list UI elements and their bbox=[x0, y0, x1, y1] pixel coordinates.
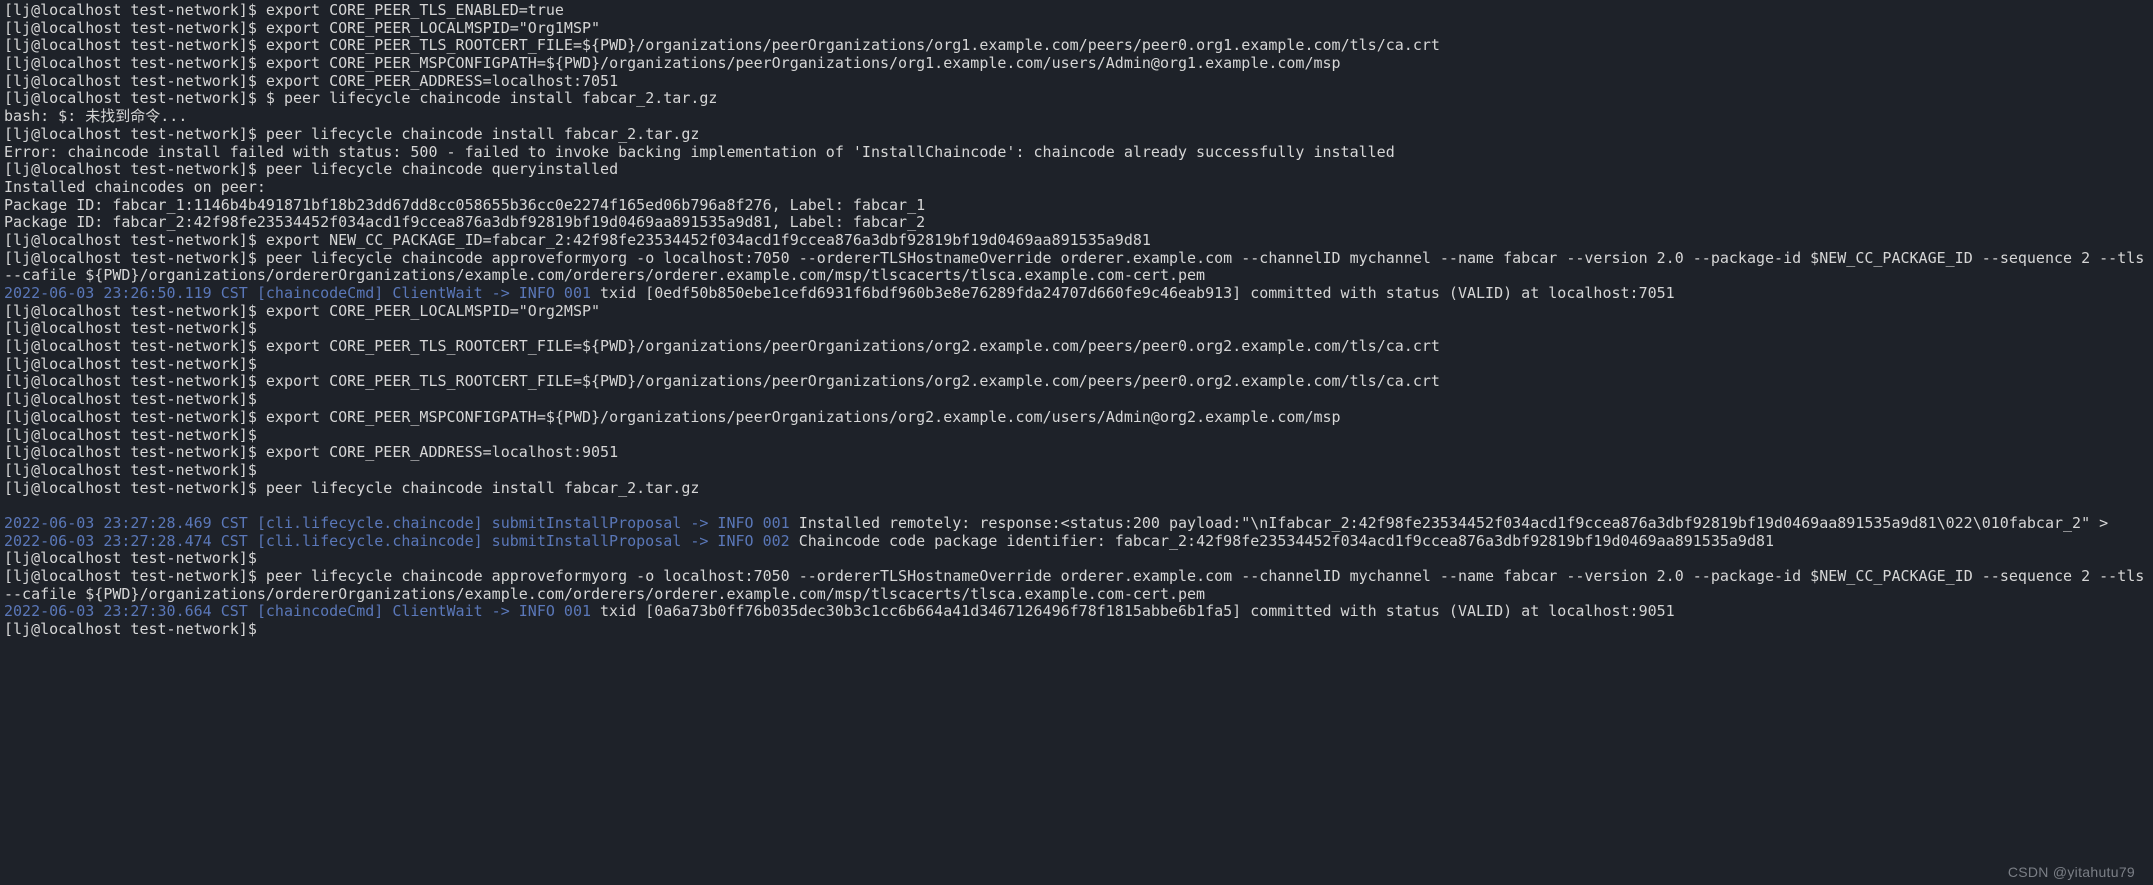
log-timestamp: 2022-06-03 23:27:30.664 CST [chaincodeCm… bbox=[4, 602, 591, 620]
terminal-text: export CORE_PEER_LOCALMSPID="Org1MSP" bbox=[266, 19, 600, 37]
shell-prompt: [lj@localhost test-network]$ bbox=[4, 408, 266, 426]
shell-prompt: [lj@localhost test-network]$ bbox=[4, 461, 266, 479]
terminal-text: export NEW_CC_PACKAGE_ID=fabcar_2:42f98f… bbox=[266, 231, 1151, 249]
watermark: CSDN @yitahutu79 bbox=[2008, 864, 2135, 881]
shell-prompt: [lj@localhost test-network]$ bbox=[4, 319, 266, 337]
terminal-line: 2022-06-03 23:27:30.664 CST [chaincodeCm… bbox=[4, 603, 2149, 621]
terminal-text: export CORE_PEER_TLS_ROOTCERT_FILE=${PWD… bbox=[266, 337, 1440, 355]
terminal-line: [lj@localhost test-network]$ export CORE… bbox=[4, 303, 2149, 321]
shell-prompt: [lj@localhost test-network]$ bbox=[4, 426, 266, 444]
terminal-text: export CORE_PEER_TLS_ROOTCERT_FILE=${PWD… bbox=[266, 36, 1440, 54]
terminal-line: [lj@localhost test-network]$ export CORE… bbox=[4, 338, 2149, 356]
terminal-text: peer lifecycle chaincode install fabcar_… bbox=[266, 125, 699, 143]
shell-prompt: [lj@localhost test-network]$ bbox=[4, 89, 266, 107]
terminal-text: Installed chaincodes on peer: bbox=[4, 178, 266, 196]
shell-prompt: [lj@localhost test-network]$ bbox=[4, 620, 266, 638]
shell-prompt: [lj@localhost test-network]$ bbox=[4, 372, 266, 390]
terminal-text: export CORE_PEER_LOCALMSPID="Org2MSP" bbox=[266, 302, 600, 320]
terminal-line: Installed chaincodes on peer: bbox=[4, 179, 2149, 197]
terminal-text: $ peer lifecycle chaincode install fabca… bbox=[266, 89, 718, 107]
terminal-line: [lj@localhost test-network]$ bbox=[4, 462, 2149, 480]
terminal-text: export CORE_PEER_ADDRESS=localhost:9051 bbox=[266, 443, 618, 461]
terminal-line: [lj@localhost test-network]$ bbox=[4, 427, 2149, 445]
terminal-line: [lj@localhost test-network]$ bbox=[4, 320, 2149, 338]
terminal-line: Package ID: fabcar_2:42f98fe23534452f034… bbox=[4, 214, 2149, 232]
terminal-text: peer lifecycle chaincode queryinstalled bbox=[266, 160, 618, 178]
shell-prompt: [lj@localhost test-network]$ bbox=[4, 1, 266, 19]
terminal-text: bash: $: 未找到命令... bbox=[4, 107, 187, 125]
terminal-line bbox=[4, 497, 2149, 515]
terminal-line: [lj@localhost test-network]$ $ peer life… bbox=[4, 90, 2149, 108]
terminal-line: [lj@localhost test-network]$ bbox=[4, 356, 2149, 374]
terminal-line: Error: chaincode install failed with sta… bbox=[4, 144, 2149, 162]
terminal-text: Package ID: fabcar_2:42f98fe23534452f034… bbox=[4, 213, 925, 231]
terminal-text bbox=[4, 496, 13, 514]
shell-prompt: [lj@localhost test-network]$ bbox=[4, 443, 266, 461]
terminal-text: export CORE_PEER_ADDRESS=localhost:7051 bbox=[266, 72, 618, 90]
shell-prompt: [lj@localhost test-network]$ bbox=[4, 337, 266, 355]
terminal-area[interactable]: [lj@localhost test-network]$ export CORE… bbox=[0, 0, 2153, 885]
terminal-line: [lj@localhost test-network]$ export CORE… bbox=[4, 73, 2149, 91]
terminal-line: [lj@localhost test-network]$ peer lifecy… bbox=[4, 126, 2149, 144]
terminal-line: [lj@localhost test-network]$ export CORE… bbox=[4, 444, 2149, 462]
shell-prompt: [lj@localhost test-network]$ bbox=[4, 125, 266, 143]
terminal-line: [lj@localhost test-network]$ peer lifecy… bbox=[4, 480, 2149, 498]
terminal-line: [lj@localhost test-network]$ export CORE… bbox=[4, 409, 2149, 427]
terminal-text: Error: chaincode install failed with sta… bbox=[4, 143, 1395, 161]
shell-prompt: [lj@localhost test-network]$ bbox=[4, 160, 266, 178]
terminal-line: [lj@localhost test-network]$ bbox=[4, 550, 2149, 568]
shell-prompt: [lj@localhost test-network]$ bbox=[4, 549, 266, 567]
terminal-line: 2022-06-03 23:27:28.469 CST [cli.lifecyc… bbox=[4, 515, 2149, 533]
terminal-text: peer lifecycle chaincode approveformyorg… bbox=[4, 567, 2153, 603]
shell-prompt: [lj@localhost test-network]$ bbox=[4, 72, 266, 90]
terminal-text: Chaincode code package identifier: fabca… bbox=[790, 532, 1774, 550]
log-timestamp: 2022-06-03 23:27:28.469 CST [cli.lifecyc… bbox=[4, 514, 790, 532]
shell-prompt: [lj@localhost test-network]$ bbox=[4, 479, 266, 497]
shell-prompt: [lj@localhost test-network]$ bbox=[4, 390, 266, 408]
terminal-line: [lj@localhost test-network]$ export CORE… bbox=[4, 37, 2149, 55]
terminal-text: txid [0a6a73b0ff76b035dec30b3c1cc6b664a4… bbox=[591, 602, 1675, 620]
shell-prompt: [lj@localhost test-network]$ bbox=[4, 54, 266, 72]
terminal-line: [lj@localhost test-network]$ export CORE… bbox=[4, 20, 2149, 38]
terminal-line: [lj@localhost test-network]$ peer lifecy… bbox=[4, 568, 2149, 603]
terminal-text: Installed remotely: response:<status:200… bbox=[790, 514, 2109, 532]
terminal-line: [lj@localhost test-network]$ export NEW_… bbox=[4, 232, 2149, 250]
terminal-text: export CORE_PEER_TLS_ENABLED=true bbox=[266, 1, 564, 19]
terminal-line: [lj@localhost test-network]$ peer lifecy… bbox=[4, 161, 2149, 179]
terminal-line: 2022-06-03 23:27:28.474 CST [cli.lifecyc… bbox=[4, 533, 2149, 551]
shell-prompt: [lj@localhost test-network]$ bbox=[4, 231, 266, 249]
terminal-text: txid [0edf50b850ebe1cefd6931f6bdf960b3e8… bbox=[591, 284, 1675, 302]
terminal-text: export CORE_PEER_MSPCONFIGPATH=${PWD}/or… bbox=[266, 408, 1341, 426]
shell-prompt: [lj@localhost test-network]$ bbox=[4, 249, 266, 267]
shell-prompt: [lj@localhost test-network]$ bbox=[4, 355, 266, 373]
terminal-text: Package ID: fabcar_1:1146b4b491871bf18b2… bbox=[4, 196, 925, 214]
shell-prompt: [lj@localhost test-network]$ bbox=[4, 19, 266, 37]
terminal-text: export CORE_PEER_TLS_ROOTCERT_FILE=${PWD… bbox=[266, 372, 1440, 390]
terminal-line: [lj@localhost test-network]$ export CORE… bbox=[4, 373, 2149, 391]
terminal-text: peer lifecycle chaincode approveformyorg… bbox=[4, 249, 2153, 285]
terminal-line: Package ID: fabcar_1:1146b4b491871bf18b2… bbox=[4, 197, 2149, 215]
shell-prompt: [lj@localhost test-network]$ bbox=[4, 302, 266, 320]
shell-prompt: [lj@localhost test-network]$ bbox=[4, 567, 266, 585]
log-timestamp: 2022-06-03 23:26:50.119 CST [chaincodeCm… bbox=[4, 284, 591, 302]
terminal-text: export CORE_PEER_MSPCONFIGPATH=${PWD}/or… bbox=[266, 54, 1341, 72]
terminal-line: [lj@localhost test-network]$ bbox=[4, 621, 2149, 639]
terminal-text: peer lifecycle chaincode install fabcar_… bbox=[266, 479, 699, 497]
log-timestamp: 2022-06-03 23:27:28.474 CST [cli.lifecyc… bbox=[4, 532, 790, 550]
terminal-line: [lj@localhost test-network]$ bbox=[4, 391, 2149, 409]
shell-prompt: [lj@localhost test-network]$ bbox=[4, 36, 266, 54]
terminal-line: [lj@localhost test-network]$ export CORE… bbox=[4, 55, 2149, 73]
terminal-line: [lj@localhost test-network]$ peer lifecy… bbox=[4, 250, 2149, 285]
terminal-line: [lj@localhost test-network]$ export CORE… bbox=[4, 2, 2149, 20]
terminal-line: bash: $: 未找到命令... bbox=[4, 108, 2149, 126]
terminal-line: 2022-06-03 23:26:50.119 CST [chaincodeCm… bbox=[4, 285, 2149, 303]
